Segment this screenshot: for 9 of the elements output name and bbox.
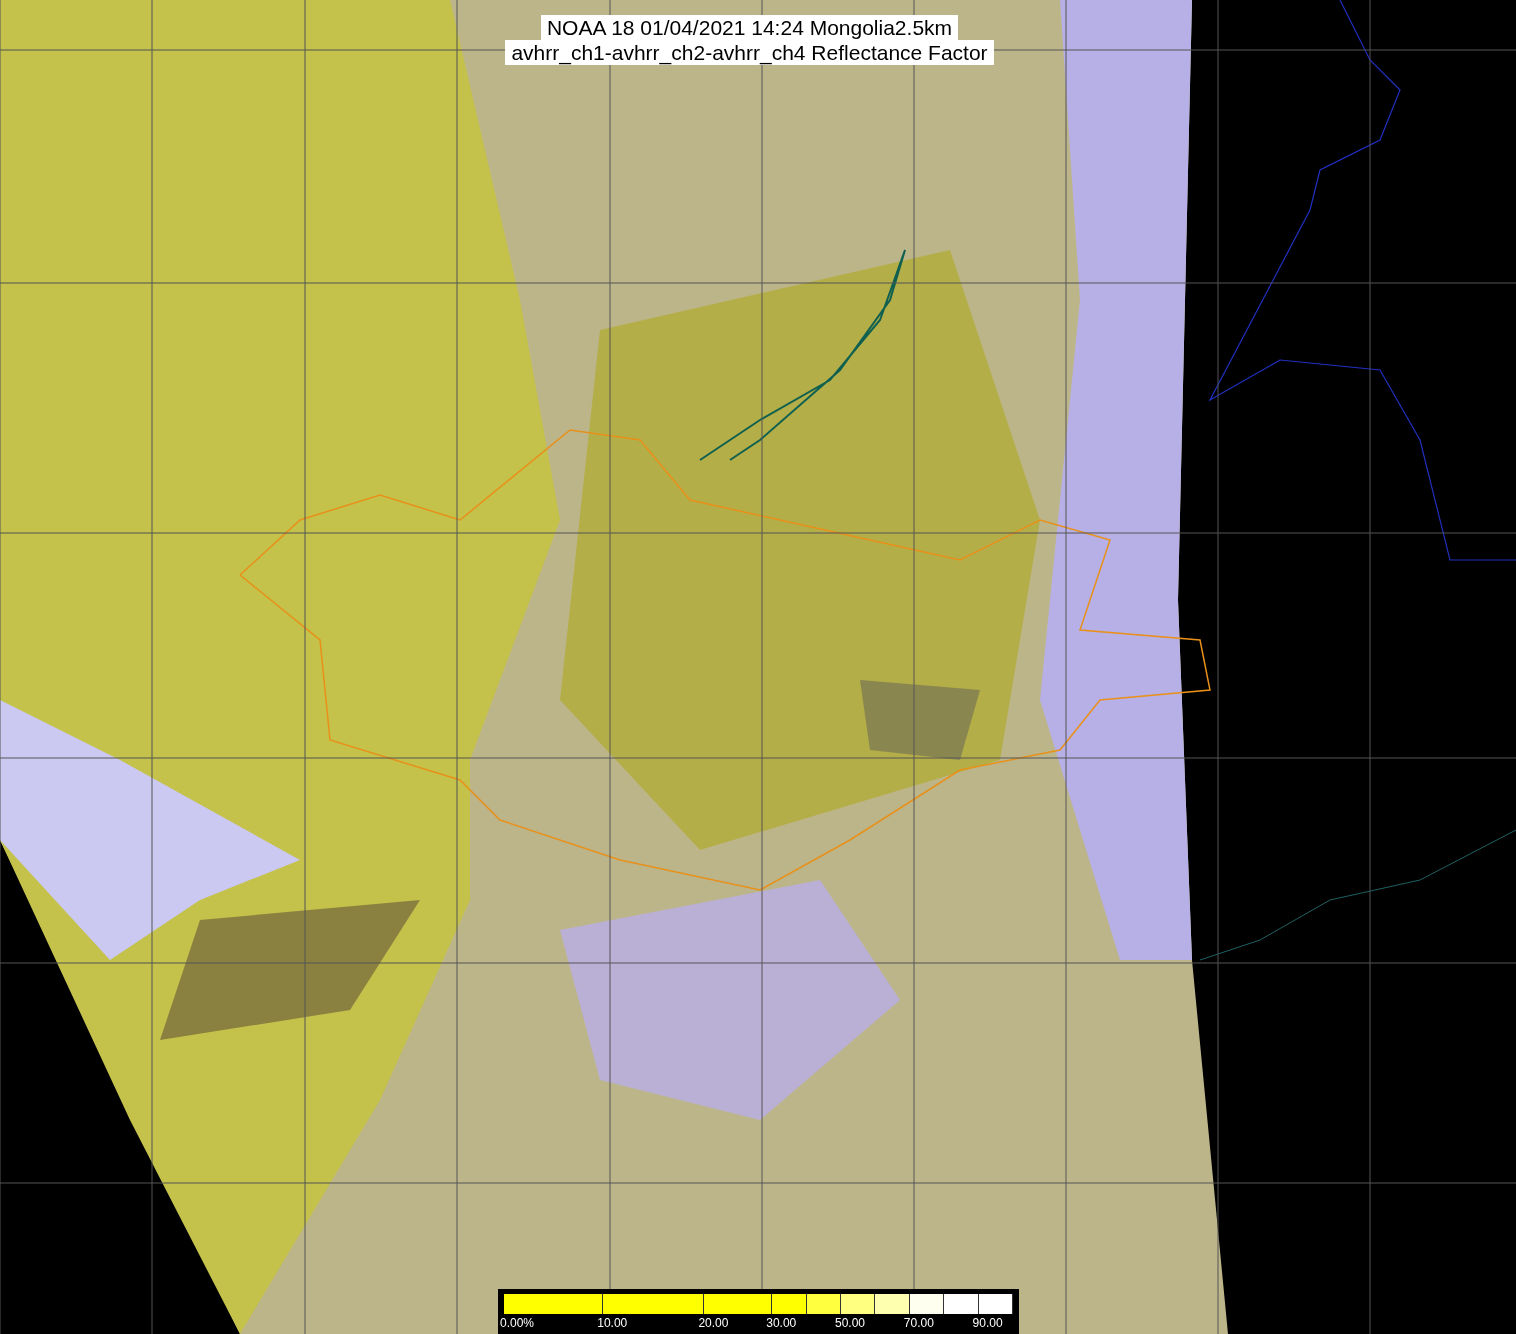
title-text: avhrr_ch1-avhrr_ch2-avhrr_ch4 Reflectance Factor [505,40,994,65]
scale-label: 30.00 [766,1316,797,1330]
scale-label: 90.00 [972,1316,1003,1330]
scale-label: 20.00 [698,1316,729,1330]
title-text: NOAA 18 01/04/2021 14:24 Mongolia2.5km [540,15,959,40]
scale-label: 50.00 [835,1316,866,1330]
scale-label: 70.00 [903,1316,934,1330]
scale-label: 10.00 [597,1316,628,1330]
scale-label: 0.00% [500,1316,535,1330]
